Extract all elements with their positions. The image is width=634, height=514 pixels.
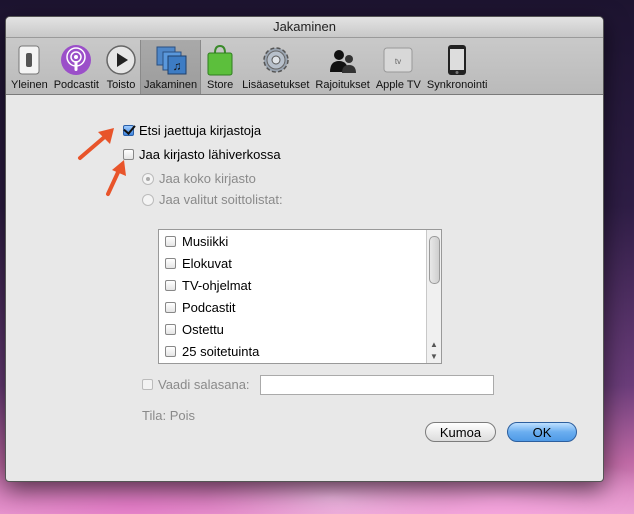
share-all-radio[interactable] xyxy=(142,172,154,185)
playlist-label: Musiikki xyxy=(182,233,229,249)
tab-restrictions-label: Rajoitukset xyxy=(315,79,370,91)
tab-playback-label: Toisto xyxy=(106,79,136,91)
parental-icon xyxy=(327,44,359,76)
tab-store[interactable]: Store xyxy=(201,40,239,94)
window-title: Jakaminen xyxy=(6,17,603,38)
list-item[interactable]: Elokuvat xyxy=(159,252,441,274)
scroll-up-arrow-icon[interactable]: ▲ xyxy=(430,340,438,349)
tab-apple-tv[interactable]: tv Apple TV xyxy=(373,40,424,94)
share-library-label: Jaa kirjasto lähiverkossa xyxy=(139,147,281,162)
tab-advanced[interactable]: Lisäasetukset xyxy=(239,40,312,94)
list-item[interactable]: Musiikki xyxy=(159,230,441,252)
tab-podcasts[interactable]: Podcastit xyxy=(51,40,102,94)
playlist-label: Podcastit xyxy=(182,299,236,315)
share-selected-row[interactable]: Jaa valitut soittolistat: xyxy=(142,192,283,207)
playlist-label: TV-ohjelmat xyxy=(182,277,252,293)
share-all-label: Jaa koko kirjasto xyxy=(159,171,256,186)
play-icon xyxy=(105,44,137,76)
share-library-row[interactable]: Jaa kirjasto lähiverkossa xyxy=(123,147,281,162)
password-checkbox[interactable] xyxy=(142,379,153,390)
iphone-icon xyxy=(441,44,473,76)
password-label: Vaadi salasana: xyxy=(158,377,250,392)
podcast-icon xyxy=(60,44,92,76)
list-scrollbar[interactable]: ▲ ▼ xyxy=(426,230,441,363)
playlist-label: Ostettu xyxy=(182,321,224,337)
list-item[interactable]: 25 soitetuinta xyxy=(159,340,441,362)
preferences-window: Jakaminen Yleinen Podcastit Toisto ♫ Jak… xyxy=(5,16,604,482)
playlist-checkbox[interactable] xyxy=(165,235,176,247)
annotation-arrow-icon xyxy=(106,160,126,196)
cancel-button[interactable]: Kumoa xyxy=(425,422,496,442)
shopping-bag-icon xyxy=(204,44,236,76)
status-text: Tila: Pois xyxy=(142,408,195,423)
switch-icon xyxy=(13,44,45,76)
find-shared-checkbox[interactable] xyxy=(123,125,134,136)
list-item[interactable]: Ostettu xyxy=(159,318,441,340)
find-shared-label: Etsi jaettuja kirjastoja xyxy=(139,123,262,138)
list-item[interactable]: TV-ohjelmat xyxy=(159,274,441,296)
playlist-list[interactable]: Musiikki Elokuvat TV-ohjelmat Podcastit … xyxy=(158,229,442,364)
tab-apple-tv-label: Apple TV xyxy=(375,79,421,91)
playlist-checkbox[interactable] xyxy=(165,279,176,291)
svg-text:tv: tv xyxy=(395,57,401,66)
tab-store-label: Store xyxy=(207,79,234,91)
scroll-down-arrow-icon[interactable]: ▼ xyxy=(430,352,438,361)
gear-icon xyxy=(260,44,292,76)
playlist-label: 25 soitetuinta xyxy=(182,343,260,359)
tab-advanced-label: Lisäasetukset xyxy=(242,79,310,91)
playlist-checkbox[interactable] xyxy=(165,257,176,269)
preferences-toolbar: Yleinen Podcastit Toisto ♫ Jakaminen Sto… xyxy=(6,38,603,95)
tab-podcasts-label: Podcastit xyxy=(53,79,99,91)
tab-sync[interactable]: Synkronointi xyxy=(424,40,491,94)
playlist-checkbox[interactable] xyxy=(165,301,176,313)
password-field[interactable] xyxy=(260,375,494,395)
password-row: Vaadi salasana: xyxy=(142,377,250,392)
sharing-icon: ♫ xyxy=(155,44,187,76)
svg-text:♫: ♫ xyxy=(172,59,181,73)
list-item[interactable]: Podcastit xyxy=(159,296,441,318)
apple-tv-icon: tv xyxy=(382,44,414,76)
scrollbar-thumb[interactable] xyxy=(429,236,440,284)
playlist-checkbox[interactable] xyxy=(165,323,176,335)
playlist-label: Elokuvat xyxy=(182,255,232,271)
tab-general-label: Yleinen xyxy=(11,79,48,91)
playlist-checkbox[interactable] xyxy=(165,345,176,357)
tab-sharing[interactable]: ♫ Jakaminen xyxy=(139,40,202,94)
tab-playback[interactable]: Toisto xyxy=(102,40,140,94)
share-selected-label: Jaa valitut soittolistat: xyxy=(159,192,283,207)
tab-restrictions[interactable]: Rajoitukset xyxy=(312,40,372,94)
ok-button[interactable]: OK xyxy=(507,422,577,442)
share-selected-radio[interactable] xyxy=(142,193,154,206)
share-all-row[interactable]: Jaa koko kirjasto xyxy=(142,171,256,186)
tab-sync-label: Synkronointi xyxy=(426,79,488,91)
tab-general[interactable]: Yleinen xyxy=(8,40,51,94)
tab-sharing-label: Jakaminen xyxy=(143,79,198,91)
find-shared-row[interactable]: Etsi jaettuja kirjastoja xyxy=(123,123,261,138)
